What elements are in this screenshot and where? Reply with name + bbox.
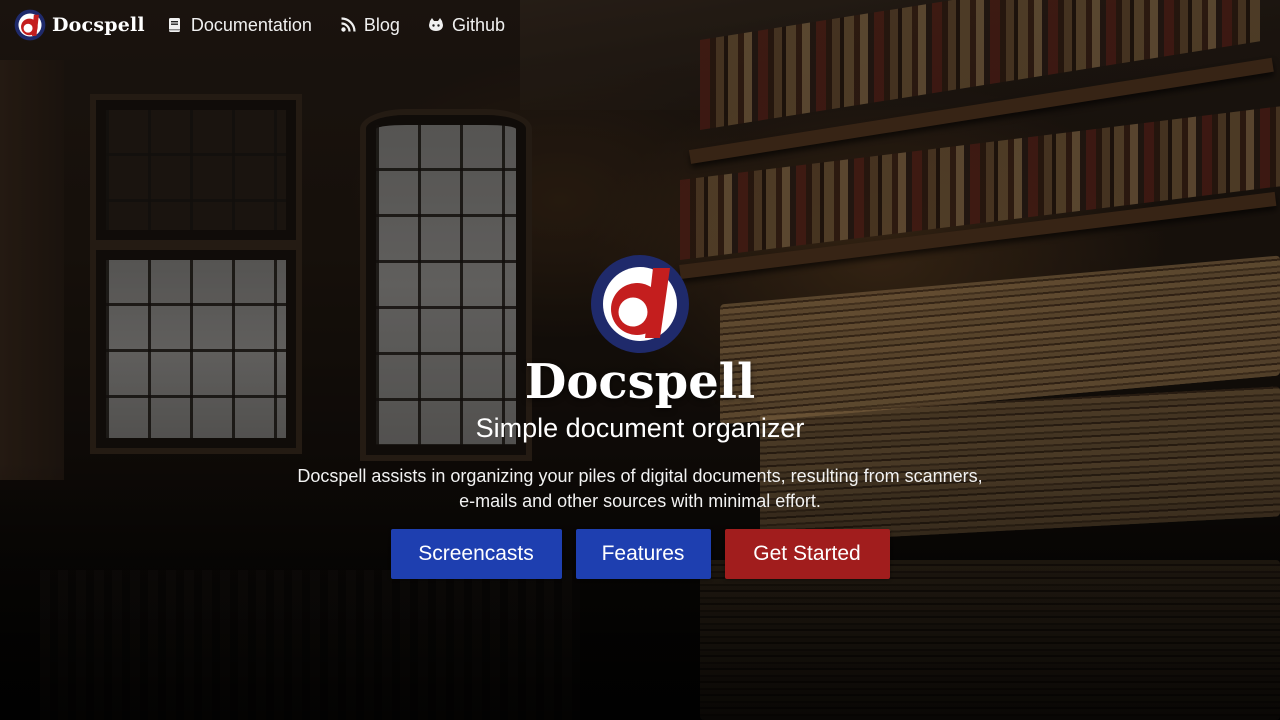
nav-link-documentation-label: Documentation bbox=[190, 14, 312, 35]
brand-home-link[interactable]: Docspell bbox=[14, 9, 145, 41]
github-icon bbox=[428, 18, 443, 31]
hero-section: Docspell Documentation Blog Github Docsp… bbox=[0, 0, 1280, 720]
hero-buttons: Screencasts Features Get Started bbox=[390, 529, 890, 579]
features-button[interactable]: Features bbox=[575, 529, 711, 579]
get-started-button[interactable]: Get Started bbox=[724, 529, 890, 579]
nav-link-github-label: Github bbox=[451, 14, 505, 35]
screencasts-button[interactable]: Screencasts bbox=[390, 529, 562, 579]
book-icon bbox=[168, 18, 180, 32]
hero-content: Docspell Simple document organizer Docsp… bbox=[0, 254, 1280, 579]
hero-title: Docspell bbox=[524, 354, 756, 410]
brand-name: Docspell bbox=[52, 14, 145, 36]
nav-link-blog-label: Blog bbox=[363, 14, 400, 35]
hero-description: Docspell assists in organizing your pile… bbox=[297, 466, 983, 511]
rss-icon bbox=[341, 17, 356, 32]
nav-link-github[interactable]: Github bbox=[428, 15, 505, 36]
docspell-logo-icon bbox=[591, 255, 689, 353]
nav-link-documentation[interactable]: Documentation bbox=[167, 15, 312, 36]
nav-link-blog[interactable]: Blog bbox=[340, 15, 400, 36]
top-navbar: Docspell Documentation Blog Github bbox=[0, 0, 1280, 50]
hero-subtitle: Simple document organizer bbox=[475, 413, 805, 443]
docspell-logo-icon bbox=[14, 9, 46, 41]
